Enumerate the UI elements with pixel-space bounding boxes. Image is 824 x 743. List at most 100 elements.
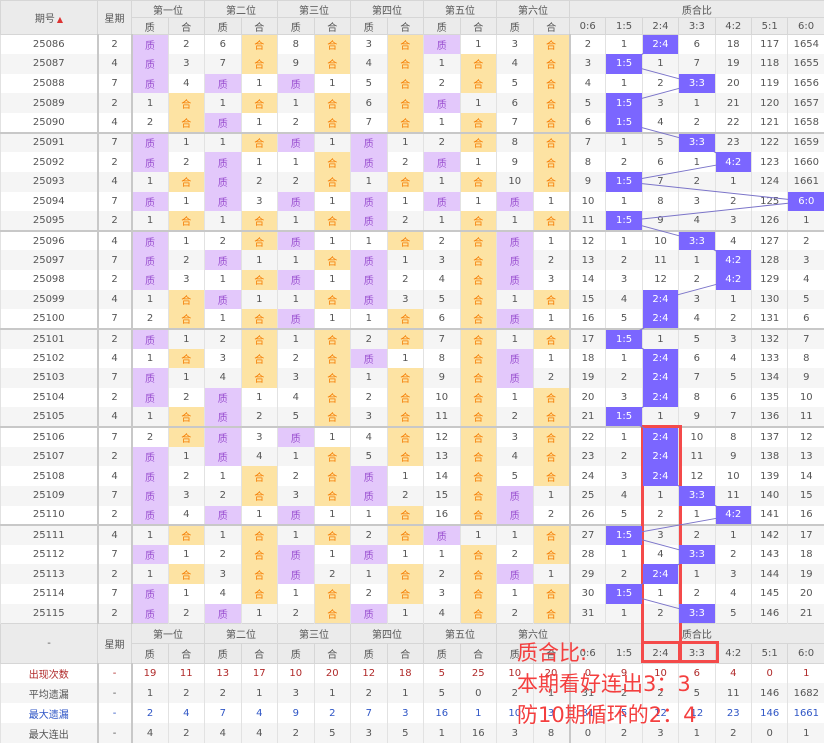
zhi-miss-count: 1: [424, 54, 461, 74]
table-row: 251072质1质41合5合13合4合2322:411913813: [1, 447, 824, 467]
ratio-miss-count: 1: [606, 427, 642, 447]
zhi-miss-count: 6: [205, 35, 242, 55]
zhi-miss-count: 16: [424, 506, 461, 526]
ratio-miss-count: 1: [606, 545, 642, 565]
ratio-hit: 3:3: [679, 604, 715, 624]
stat-value: 1: [460, 703, 497, 723]
zhi-miss-count: 1: [205, 309, 242, 329]
he-mark: 合: [241, 584, 278, 604]
position-header-5: 第五位: [424, 1, 497, 18]
he-mark: 合: [314, 368, 351, 388]
table-row: 2510072合1合质11合6合质11652:4421316: [1, 309, 824, 329]
zhi-miss-count: 6: [351, 93, 388, 113]
he-subheader: 合: [460, 18, 497, 35]
he-miss-count: 1: [314, 427, 351, 447]
issue-number: 25095: [1, 211, 98, 231]
he-mark: 合: [168, 211, 205, 231]
ratio-hit: 2:4: [642, 447, 678, 467]
table-row: 2509042合质12合7合1合7合61:542221211658: [1, 113, 824, 133]
ratio-miss-count: 11: [715, 486, 751, 506]
he-mark: 合: [387, 388, 424, 408]
he-miss-count: 1: [460, 93, 497, 113]
weekday: 2: [98, 270, 132, 290]
zhi-miss-count: 5: [497, 74, 534, 94]
stat-value: 1: [788, 723, 824, 743]
he-mark: 合: [314, 466, 351, 486]
ratio-miss-count: 4: [715, 231, 751, 251]
ratio-miss-count: 15: [788, 486, 824, 506]
ratio-miss-count: 8: [679, 388, 715, 408]
zhi-subheader: 质: [497, 18, 534, 35]
ratio-hit: 2:4: [642, 309, 678, 329]
stat-value: 19: [132, 663, 169, 683]
he-mark: 合: [314, 349, 351, 369]
zhi-miss-count: 4: [278, 388, 315, 408]
he-miss-count: 4: [168, 74, 205, 94]
zhi-miss-count: 1: [205, 466, 242, 486]
issue-number: 25094: [1, 192, 98, 212]
he-mark: 合: [460, 427, 497, 447]
ratio-miss-count: 133: [751, 349, 787, 369]
ratio-miss-count: 123: [751, 152, 787, 172]
zhi-mark: 质: [132, 447, 169, 467]
table-body: 250862质26合8合3合质13合212:46181171654250874质…: [1, 35, 824, 624]
he-miss-count: 2: [168, 604, 205, 624]
ratio-miss-count: 1: [642, 584, 678, 604]
ratio-miss-count: 139: [751, 466, 787, 486]
zhi-miss-count: 2: [278, 172, 315, 192]
he-mark: 合: [241, 466, 278, 486]
stat-value: 10: [278, 663, 315, 683]
he-mark: 合: [168, 525, 205, 545]
he-miss-count: 1: [314, 270, 351, 290]
he-mark: 合: [168, 290, 205, 310]
stat-label: 平均遗漏: [1, 683, 98, 703]
ratio-miss-count: 1: [679, 564, 715, 584]
ratio-miss-count: 6: [788, 309, 824, 329]
he-subheader: 合: [387, 18, 424, 35]
ratio-miss-count: 3: [606, 388, 642, 408]
zhi-miss-count: 1: [278, 211, 315, 231]
he-mark: 合: [460, 388, 497, 408]
stat-value: 7: [351, 703, 388, 723]
ratio-miss-count: 5: [642, 133, 678, 153]
table-row: 251102质4质1质11合16合质2265214:214116: [1, 506, 824, 526]
he-subheader: 合: [533, 18, 570, 35]
he-mark: 合: [168, 113, 205, 133]
ratio-hit: 3:3: [679, 486, 715, 506]
he-mark: 合: [314, 211, 351, 231]
ratio-miss-count: 2: [679, 525, 715, 545]
he-mark: 合: [533, 113, 570, 133]
sort-up-icon[interactable]: ▲: [57, 15, 63, 24]
ratio-miss-count: 2: [679, 113, 715, 133]
he-mark: 合: [460, 113, 497, 133]
he-miss-count: 3: [168, 270, 205, 290]
issue-number: 25086: [1, 35, 98, 55]
zhi-mark: 质: [132, 584, 169, 604]
stat-value: 2: [314, 703, 351, 723]
ratio-miss-count: 7: [788, 329, 824, 349]
he-miss-count: 1: [241, 388, 278, 408]
ratio-miss-count: 1660: [788, 152, 824, 172]
issue-column-header[interactable]: 期号▲: [1, 1, 98, 35]
zhi-miss-count: 9: [424, 368, 461, 388]
zhi-miss-count: 1: [132, 407, 169, 427]
zhi-mark: 质: [205, 172, 242, 192]
issue-number: 25092: [1, 152, 98, 172]
zhi-miss-count: 3: [278, 368, 315, 388]
he-mark: 合: [460, 211, 497, 231]
zhi-miss-count: 2: [278, 349, 315, 369]
he-mark: 合: [241, 564, 278, 584]
ratio-miss-count: 18: [570, 349, 606, 369]
he-miss-count: 2: [168, 35, 205, 55]
zhi-mark: 质: [351, 604, 388, 624]
weekday: 4: [98, 349, 132, 369]
zhi-miss-count: 1: [205, 270, 242, 290]
stat-value: 1: [132, 683, 169, 703]
ratio-miss-count: 28: [570, 545, 606, 565]
zhi-subheader: 质: [351, 18, 388, 35]
zhi-mark: 质: [351, 349, 388, 369]
he-miss-count: 1: [168, 545, 205, 565]
ratio-miss-count: 1: [715, 525, 751, 545]
ratio-hit: 2:4: [642, 290, 678, 310]
ratio-miss-count: 2: [606, 368, 642, 388]
